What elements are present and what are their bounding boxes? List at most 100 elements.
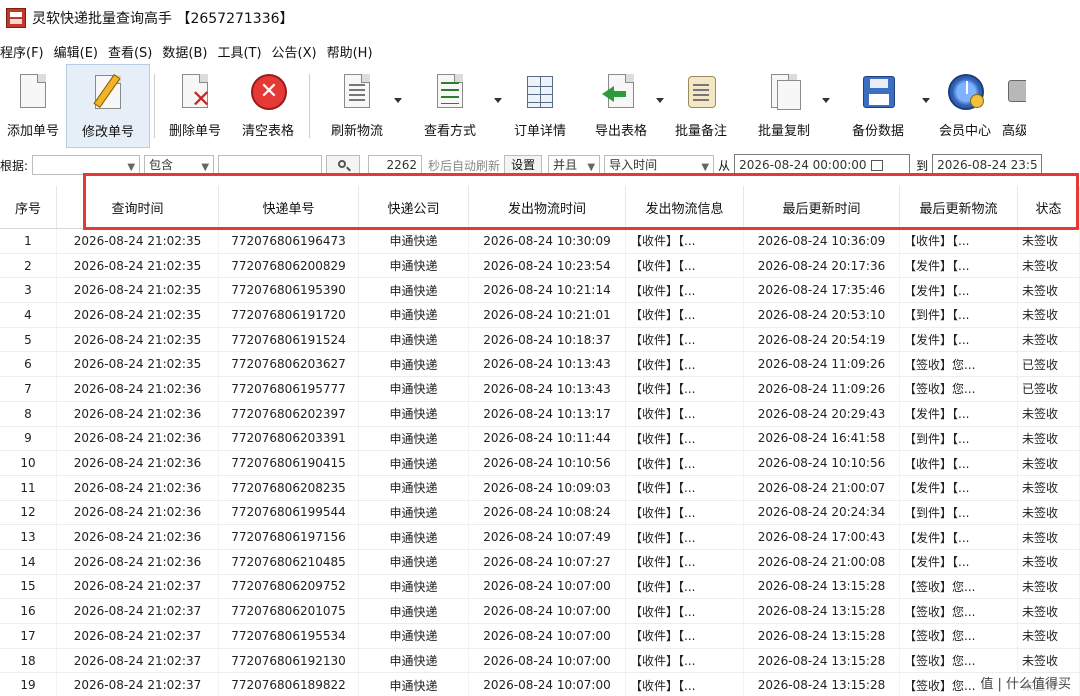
advanced-button[interactable]: 高级	[1002, 64, 1026, 148]
cell-tracking-number: 772076806190415	[219, 451, 359, 475]
refresh-logistics-label: 刷新物流	[330, 124, 383, 139]
cell-index: 14	[0, 549, 57, 574]
cell-status: 未签收	[1018, 229, 1080, 253]
cell-tracking-number: 772076806210485	[219, 549, 359, 574]
cell-ship-time: 2026-08-24 10:07:00	[469, 624, 626, 648]
member-center-button[interactable]: 会员中心	[928, 64, 1002, 148]
cell-last-update-info: 【签收】您...	[900, 377, 1018, 401]
cell-status: 未签收	[1018, 574, 1080, 599]
copy-icon	[765, 72, 803, 116]
date-to-picker[interactable]: 2026-08-24 23:5	[932, 154, 1043, 176]
table-row[interactable]: 3 2026-08-24 21:02:35 772076806195390 申通快递 2…	[0, 278, 1080, 304]
edit-number-button[interactable]: 修改单号	[66, 64, 150, 148]
table-row[interactable]: 10 2026-08-24 21:02:36 772076806190415 申通快递…	[0, 451, 1080, 476]
table-row[interactable]: 7 2026-08-24 21:02:36 772076806195777 申通快递 2…	[0, 377, 1080, 402]
cell-tracking-number: 772076806203391	[219, 426, 359, 451]
menu-view[interactable]: 查看(S)	[108, 42, 152, 61]
cell-status: 未签收	[1018, 525, 1080, 549]
col-header-index[interactable]: 序号	[0, 186, 57, 228]
cell-courier: 申通快递	[359, 377, 469, 401]
cell-courier: 申通快递	[359, 426, 469, 451]
table-row[interactable]: 12 2026-08-24 21:02:36 772076806199544 申通快递…	[0, 500, 1080, 526]
order-detail-button[interactable]: 订单详情	[500, 64, 580, 148]
delete-number-button[interactable]: ✕ 删除单号	[159, 64, 231, 148]
filter-bar: 根据: ▼ 包含 ▼ 2262 秒后自动刷新 设置 并且 ▼ 导入时间 ▼ 从 202…	[0, 151, 1080, 179]
cell-query-time: 2026-08-24 21:02:37	[57, 673, 219, 696]
cell-index: 6	[0, 352, 57, 377]
cell-ship-info: 【收件】【...	[626, 673, 744, 696]
settings-button[interactable]: 设置	[504, 155, 543, 175]
match-mode-select[interactable]: 包含 ▼	[144, 155, 215, 175]
col-header-tracking-number[interactable]: 快递单号	[219, 186, 359, 228]
table-row[interactable]: 2 2026-08-24 21:02:35 772076806200829 申通快递 2…	[0, 253, 1080, 279]
batch-copy-button[interactable]: 批量复制	[740, 64, 830, 148]
table-row[interactable]: 6 2026-08-24 21:02:35 772076806203627 申通快递 2…	[0, 352, 1080, 378]
cell-ship-info: 【收件】【...	[626, 352, 744, 377]
cell-last-update-time: 2026-08-24 10:10:56	[744, 451, 900, 475]
cell-query-time: 2026-08-24 21:02:35	[57, 303, 219, 327]
table-row[interactable]: 9 2026-08-24 21:02:36 772076806203391 申通快递 2…	[0, 426, 1080, 452]
cell-ship-time: 2026-08-24 10:30:09	[469, 229, 626, 253]
refresh-logistics-button[interactable]: 刷新物流	[314, 64, 402, 148]
cell-ship-time: 2026-08-24 10:21:14	[469, 278, 626, 303]
filter-field-select[interactable]: ▼	[32, 155, 141, 175]
table-row[interactable]: 14 2026-08-24 21:02:36 772076806210485 申通快递…	[0, 549, 1080, 575]
calendar-icon[interactable]	[870, 160, 883, 171]
table-row[interactable]: 11 2026-08-24 21:02:36 772076806208235 申通快递…	[0, 475, 1080, 501]
toolbar-separator	[154, 74, 155, 138]
col-header-last-update-info[interactable]: 最后更新物流	[900, 186, 1018, 228]
cell-query-time: 2026-08-24 21:02:36	[57, 475, 219, 500]
cell-courier: 申通快递	[359, 475, 469, 500]
table-row[interactable]: 19 2026-08-24 21:02:37 772076806189822 申通快递…	[0, 673, 1080, 696]
table-row[interactable]: 5 2026-08-24 21:02:35 772076806191524 申通快递 2…	[0, 327, 1080, 353]
cell-ship-time: 2026-08-24 10:07:00	[469, 673, 626, 696]
menu-announcement[interactable]: 公告(X)	[272, 42, 317, 61]
add-number-label: 添加单号	[6, 124, 59, 139]
refresh-seconds-input[interactable]: 2262	[368, 155, 423, 175]
cell-ship-info: 【收件】【...	[626, 574, 744, 599]
logic-select[interactable]: 并且 ▼	[548, 155, 601, 175]
grid-icon	[521, 72, 559, 116]
col-header-courier[interactable]: 快递公司	[359, 186, 469, 228]
export-table-button[interactable]: 导出表格	[580, 64, 664, 148]
search-input[interactable]	[218, 155, 323, 175]
table-row[interactable]: 18 2026-08-24 21:02:37 772076806192130 申通快递…	[0, 648, 1080, 674]
batch-note-button[interactable]: 批量备注	[662, 64, 740, 148]
col-header-status[interactable]: 状态	[1018, 186, 1080, 228]
cell-courier: 申通快递	[359, 451, 469, 475]
table-row[interactable]: 16 2026-08-24 21:02:37 772076806201075 申通快递…	[0, 599, 1080, 624]
cell-index: 11	[0, 475, 57, 500]
col-header-ship-time[interactable]: 发出物流时间	[469, 186, 626, 228]
cell-last-update-info: 【签收】您...	[900, 648, 1018, 673]
view-mode-button[interactable]: 查看方式	[400, 64, 502, 148]
menu-program[interactable]: 程序(F)	[0, 42, 44, 61]
backup-data-button[interactable]: 备份数据	[828, 64, 930, 148]
col-header-query-time[interactable]: 查询时间	[57, 186, 219, 228]
cell-tracking-number: 772076806200829	[219, 253, 359, 278]
cell-index: 9	[0, 426, 57, 451]
menu-help[interactable]: 帮助(H)	[327, 42, 373, 61]
search-icon[interactable]	[326, 155, 361, 175]
table-row[interactable]: 8 2026-08-24 21:02:36 772076806202397 申通快递 2…	[0, 401, 1080, 427]
cell-courier: 申通快递	[359, 500, 469, 525]
chevron-down-icon: ▼	[701, 162, 710, 173]
clear-table-button[interactable]: ✕ 清空表格	[231, 64, 305, 148]
table-row[interactable]: 15 2026-08-24 21:02:37 772076806209752 申通快递…	[0, 574, 1080, 600]
table-row[interactable]: 4 2026-08-24 21:02:35 772076806191720 申通快递 2…	[0, 303, 1080, 328]
col-header-last-update-time[interactable]: 最后更新时间	[744, 186, 900, 228]
menu-tools[interactable]: 工具(T)	[217, 42, 261, 61]
date-from-picker[interactable]: 2026-08-24 00:00:00	[734, 154, 911, 176]
table-row[interactable]: 17 2026-08-24 21:02:37 772076806195534 申通快递…	[0, 624, 1080, 649]
toolbar-separator	[309, 74, 310, 138]
table-row[interactable]: 13 2026-08-24 21:02:36 772076806197156 申通快递…	[0, 525, 1080, 550]
menu-data[interactable]: 数据(B)	[162, 42, 207, 61]
col-header-ship-info[interactable]: 发出物流信息	[626, 186, 744, 228]
cell-ship-time: 2026-08-24 10:07:27	[469, 549, 626, 574]
chevron-down-icon: ▼	[127, 162, 136, 173]
menu-edit[interactable]: 编辑(E)	[54, 42, 98, 61]
cell-last-update-info: 【发件】【...	[900, 549, 1018, 574]
time-field-select[interactable]: 导入时间 ▼	[604, 155, 715, 175]
table-row[interactable]: 1 2026-08-24 21:02:35 772076806196473 申通快递 2…	[0, 229, 1080, 254]
add-number-button[interactable]: 添加单号	[0, 64, 66, 148]
cell-ship-time: 2026-08-24 10:07:00	[469, 599, 626, 623]
